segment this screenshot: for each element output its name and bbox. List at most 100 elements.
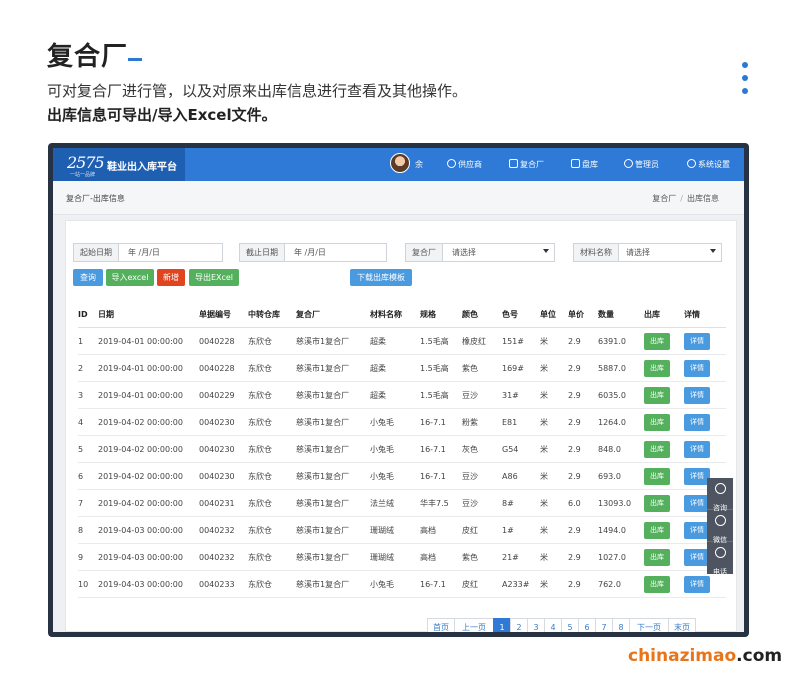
page-item[interactable]: 4 [544, 618, 562, 632]
cell-unit: 米 [540, 499, 548, 508]
col-quantity: 数量 [598, 310, 614, 319]
nav-stocktake[interactable]: 盘库 [571, 159, 598, 170]
cell-spec: 1.5毛高 [420, 364, 449, 373]
wechat-button[interactable]: 微信 [707, 510, 733, 544]
detail-button[interactable]: 详情 [684, 360, 710, 377]
cell-id: 10 [78, 580, 89, 589]
outbound-button[interactable]: 出库 [644, 468, 670, 485]
cell-unit: 米 [540, 526, 548, 535]
detail-button[interactable]: 详情 [684, 441, 710, 458]
brand-name: 鞋业出入库平台 [107, 162, 177, 173]
page-item[interactable]: 末页 [668, 618, 696, 632]
import-excel-button[interactable]: 导入excel [106, 269, 154, 286]
end-date-input[interactable]: 年 /月/日 [294, 244, 326, 261]
download-template-button[interactable]: 下载出库模板 [350, 269, 412, 286]
cell-quantity: 693.0 [598, 472, 621, 481]
cell-factory: 慈溪市1复合厂 [296, 445, 350, 454]
material-select-value[interactable]: 请选择 [626, 244, 650, 261]
cell-color: 豆沙 [462, 391, 478, 400]
page-item[interactable]: 上一页 [454, 618, 494, 632]
hero-description-bold: 出库信息可导出/导入Excel文件。 [47, 106, 277, 124]
cell-date: 2019-04-03 00:00:00 [98, 580, 183, 589]
query-button[interactable]: 查询 [73, 269, 103, 286]
nav-settings[interactable]: 系统设置 [687, 159, 730, 170]
cell-price: 2.9 [568, 580, 581, 589]
page-item[interactable]: 5 [561, 618, 579, 632]
end-date-field[interactable]: 截止日期 年 /月/日 [239, 243, 387, 262]
start-date-field[interactable]: 起始日期 年 /月/日 [73, 243, 223, 262]
material-select[interactable]: 材料名称 请选择 [573, 243, 722, 262]
outbound-button[interactable]: 出库 [644, 522, 670, 539]
cell-color-no: A233# [502, 580, 530, 589]
consult-button[interactable]: 咨询 [707, 478, 733, 512]
cell-color: 豆沙 [462, 472, 478, 481]
brand-block[interactable]: 2575 一站一品牌 鞋业出入库平台 [53, 148, 185, 181]
page-item[interactable]: 3 [527, 618, 545, 632]
cell-factory: 慈溪市1复合厂 [296, 337, 350, 346]
phone-icon [714, 547, 726, 558]
outbound-button[interactable]: 出库 [644, 495, 670, 512]
start-date-input[interactable]: 年 /月/日 [128, 244, 160, 261]
cell-color-no: 21# [502, 553, 519, 562]
phone-button[interactable]: 电话 [707, 542, 733, 576]
cell-doc-no: 0040229 [199, 391, 235, 400]
avatar[interactable] [390, 153, 410, 173]
nav-factory[interactable]: 复合厂 [509, 159, 544, 170]
col-unit: 单位 [540, 310, 556, 319]
outbound-button[interactable]: 出库 [644, 414, 670, 431]
detail-button[interactable]: 详情 [684, 576, 710, 593]
cell-date: 2019-04-03 00:00:00 [98, 526, 183, 535]
detail-button[interactable]: 详情 [684, 414, 710, 431]
cell-date: 2019-04-01 00:00:00 [98, 364, 183, 373]
page-item[interactable]: 首页 [427, 618, 455, 632]
cell-color-no: 1# [502, 526, 514, 535]
col-doc-no: 单据编号 [199, 310, 231, 319]
cell-date: 2019-04-02 00:00:00 [98, 472, 183, 481]
breadcrumb-factory[interactable]: 复合厂 [652, 194, 676, 203]
cell-spec: 16-7.1 [420, 418, 446, 427]
nav-admin[interactable]: 管理员 [624, 159, 659, 170]
outbound-button[interactable]: 出库 [644, 333, 670, 350]
cell-id: 8 [78, 526, 84, 535]
user-name[interactable]: 余 [415, 159, 423, 170]
cell-material: 小兔毛 [370, 445, 394, 454]
cell-material: 小兔毛 [370, 580, 394, 589]
page-item[interactable]: 2 [510, 618, 528, 632]
outbound-button[interactable]: 出库 [644, 576, 670, 593]
col-color-no: 色号 [502, 310, 518, 319]
detail-button[interactable]: 详情 [684, 333, 710, 350]
top-navbar: 2575 一站一品牌 鞋业出入库平台 余 供应商 复合厂 盘库 管理员 系统设置 [53, 148, 744, 181]
hero-description: 可对复合厂进行管，以及对原来出库信息进行查看及其他操作。 [47, 82, 468, 100]
cell-spec: 16-7.1 [420, 445, 446, 454]
app-screen: 2575 一站一品牌 鞋业出入库平台 余 供应商 复合厂 盘库 管理员 系统设置… [53, 148, 744, 632]
factory-select[interactable]: 复合厂 请选择 [405, 243, 555, 262]
outbound-button[interactable]: 出库 [644, 387, 670, 404]
breadcrumb-bar: 复合厂-出库信息 复合厂 / 出库信息 [53, 181, 744, 215]
cell-warehouse: 东欣仓 [248, 391, 272, 400]
cell-price: 2.9 [568, 553, 581, 562]
page-item[interactable]: 6 [578, 618, 596, 632]
page-item[interactable]: 下一页 [629, 618, 669, 632]
cell-spec: 1.5毛高 [420, 391, 449, 400]
page-item[interactable]: 7 [595, 618, 613, 632]
cell-id: 5 [78, 445, 84, 454]
cell-date: 2019-04-02 00:00:00 [98, 499, 183, 508]
cell-price: 2.9 [568, 526, 581, 535]
cell-factory: 慈溪市1复合厂 [296, 391, 350, 400]
more-dots-icon[interactable] [742, 62, 750, 101]
cell-warehouse: 东欣仓 [248, 553, 272, 562]
outbound-button[interactable]: 出库 [644, 360, 670, 377]
page-item[interactable]: 1 [493, 618, 511, 632]
outbound-button[interactable]: 出库 [644, 441, 670, 458]
logo-tagline: 一站一品牌 [70, 172, 96, 178]
cell-warehouse: 东欣仓 [248, 445, 272, 454]
export-excel-button[interactable]: 导出EXcel [189, 269, 239, 286]
nav-supplier[interactable]: 供应商 [447, 159, 482, 170]
detail-button[interactable]: 详情 [684, 387, 710, 404]
chart-icon [509, 159, 518, 168]
page-item[interactable]: 8 [612, 618, 630, 632]
outbound-button[interactable]: 出库 [644, 549, 670, 566]
cell-color: 紫色 [462, 364, 478, 373]
add-button[interactable]: 新增 [157, 269, 185, 286]
factory-select-value[interactable]: 请选择 [452, 244, 476, 261]
